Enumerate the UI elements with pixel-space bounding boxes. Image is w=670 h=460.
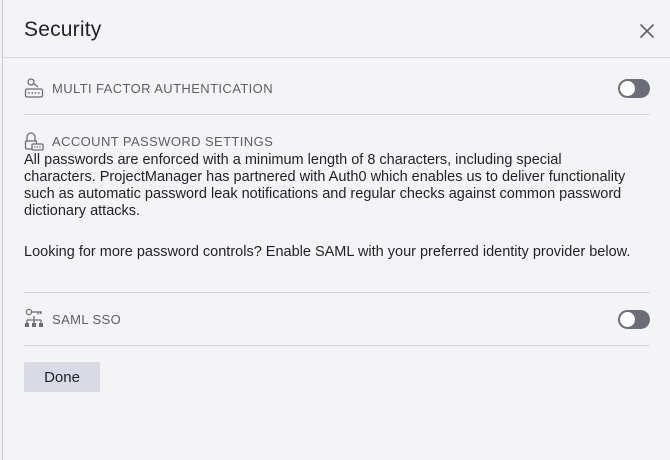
more-controls-text: Looking for more password controls? Enab… bbox=[24, 244, 631, 260]
dialog-header: Security bbox=[3, 0, 670, 58]
divider bbox=[24, 292, 650, 293]
mfa-row: MULTI FACTOR AUTHENTICATION bbox=[24, 76, 650, 100]
password-description: All passwords are enforced with a minimu… bbox=[24, 152, 626, 219]
divider bbox=[24, 345, 650, 346]
divider bbox=[24, 114, 650, 115]
toggle-knob bbox=[620, 311, 635, 327]
saml-row: SAML SSO bbox=[24, 306, 650, 332]
saml-toggle[interactable] bbox=[618, 309, 650, 329]
dialog-title: Security bbox=[24, 18, 102, 41]
password-settings-header: ACCOUNT PASSWORD SETTINGS bbox=[24, 130, 650, 152]
password-settings-label: ACCOUNT PASSWORD SETTINGS bbox=[52, 133, 274, 149]
security-dialog: Security MULTI FACTOR AUTHENTICATION ACC… bbox=[2, 0, 670, 460]
toggle-knob bbox=[620, 80, 635, 96]
done-button[interactable]: Done bbox=[24, 362, 100, 392]
lock-keyboard-icon bbox=[24, 130, 44, 152]
mfa-label: MULTI FACTOR AUTHENTICATION bbox=[52, 80, 273, 96]
keyboard-key-icon bbox=[24, 77, 44, 99]
network-hierarchy-icon bbox=[24, 308, 44, 330]
close-icon[interactable] bbox=[638, 22, 656, 40]
mfa-toggle[interactable] bbox=[618, 78, 650, 98]
saml-label: SAML SSO bbox=[52, 311, 122, 327]
